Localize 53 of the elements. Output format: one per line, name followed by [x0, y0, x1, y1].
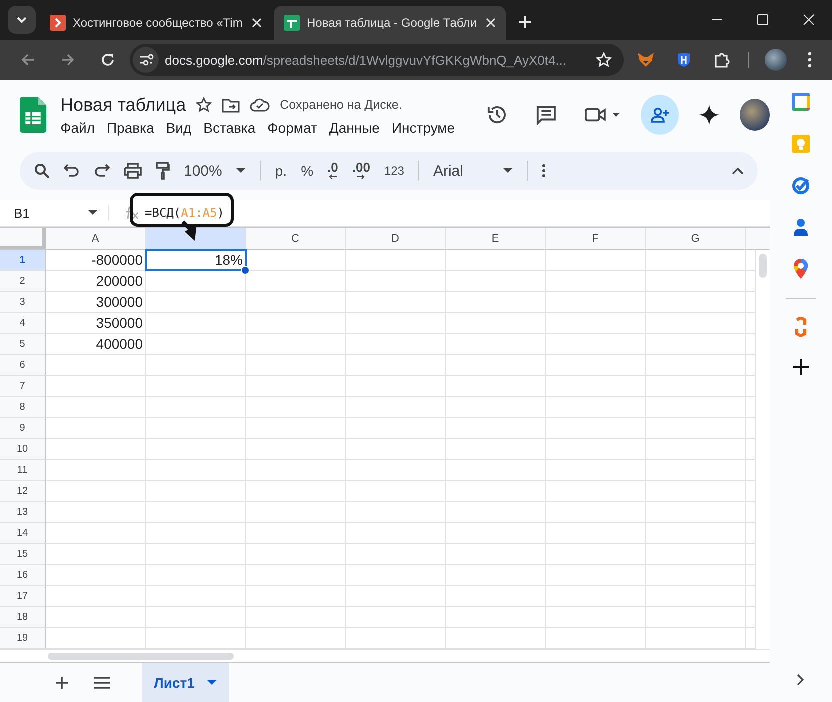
menu-item[interactable]: Вставка	[204, 120, 256, 136]
column-header[interactable]: D	[346, 228, 446, 249]
row-header[interactable]: 17	[0, 586, 46, 607]
menu-item[interactable]: Данные	[329, 120, 380, 136]
currency-format-button[interactable]: р.	[275, 165, 288, 177]
save-status-text: Сохранено на Диске.	[280, 98, 402, 112]
table-cell[interactable]: 350000	[46, 313, 146, 333]
row-header[interactable]: 16	[0, 565, 46, 586]
font-dropdown[interactable]: Arial	[433, 162, 514, 180]
column-header[interactable]: C	[246, 228, 346, 249]
document-title[interactable]: Новая таблица	[60, 94, 186, 116]
selected-cell[interactable]: 18%	[146, 250, 246, 270]
row-header[interactable]: 12	[0, 481, 46, 502]
percent-format-button[interactable]: %	[301, 165, 314, 177]
zoom-dropdown[interactable]: 100%	[184, 162, 246, 180]
table-cell[interactable]: 200000	[46, 271, 146, 291]
row-header[interactable]: 7	[0, 376, 46, 397]
menu-item[interactable]: Вид	[166, 120, 192, 136]
menu-item[interactable]: Правка	[106, 120, 154, 136]
row-header[interactable]: 3	[0, 292, 46, 313]
increase-decimals-button[interactable]: .00	[352, 162, 370, 180]
menu-item[interactable]: Инструме	[392, 120, 456, 136]
browser-tab[interactable]: Новая таблица - Google Табли	[274, 6, 506, 40]
row-header[interactable]: 9	[0, 418, 46, 439]
column-header[interactable]: E	[446, 228, 546, 249]
column-header[interactable]: F	[546, 228, 646, 249]
row-header[interactable]: 5	[0, 334, 46, 355]
row-header[interactable]: 1	[0, 250, 46, 271]
formula-field[interactable]: =ВСД(A1:A5)	[145, 206, 224, 220]
row-header[interactable]: 6	[0, 355, 46, 376]
table-cell[interactable]: 300000	[46, 292, 146, 312]
column-header[interactable]: G	[646, 228, 746, 249]
url-text: docs.google.com/spreadsheets/d/1WvlggvuvYfGKKgWbnQ_AyX0t4...	[165, 52, 568, 68]
row-header[interactable]: 8	[0, 397, 46, 418]
row-header[interactable]: 15	[0, 544, 46, 565]
row-header[interactable]: 11	[0, 460, 46, 481]
name-box[interactable]: B1	[0, 206, 109, 220]
row-header[interactable]: 19	[0, 628, 46, 649]
table-cell[interactable]: 400000	[46, 334, 146, 354]
menu-item[interactable]: Формат	[268, 120, 318, 136]
table-cell[interactable]: -800000	[46, 250, 146, 270]
row-header[interactable]: 13	[0, 502, 46, 523]
row-header[interactable]: 18	[0, 607, 46, 628]
row-header[interactable]: 14	[0, 523, 46, 544]
row-header[interactable]: 2	[0, 271, 46, 292]
row-header[interactable]: 10	[0, 439, 46, 460]
address-bar[interactable]: docs.google.com/spreadsheets/d/1WvlggvuvYfGKKgWbnQ_AyX0t4...	[130, 44, 624, 76]
sheet-tab[interactable]: Лист1	[142, 663, 229, 702]
menu-item[interactable]: Файл	[60, 120, 95, 136]
more-formats-button[interactable]: 123	[384, 165, 404, 177]
row-header[interactable]: 4	[0, 313, 46, 334]
browser-tab[interactable]: Хостинговое сообщество «Tim	[40, 6, 272, 40]
decrease-decimals-button[interactable]: .0	[328, 162, 338, 180]
